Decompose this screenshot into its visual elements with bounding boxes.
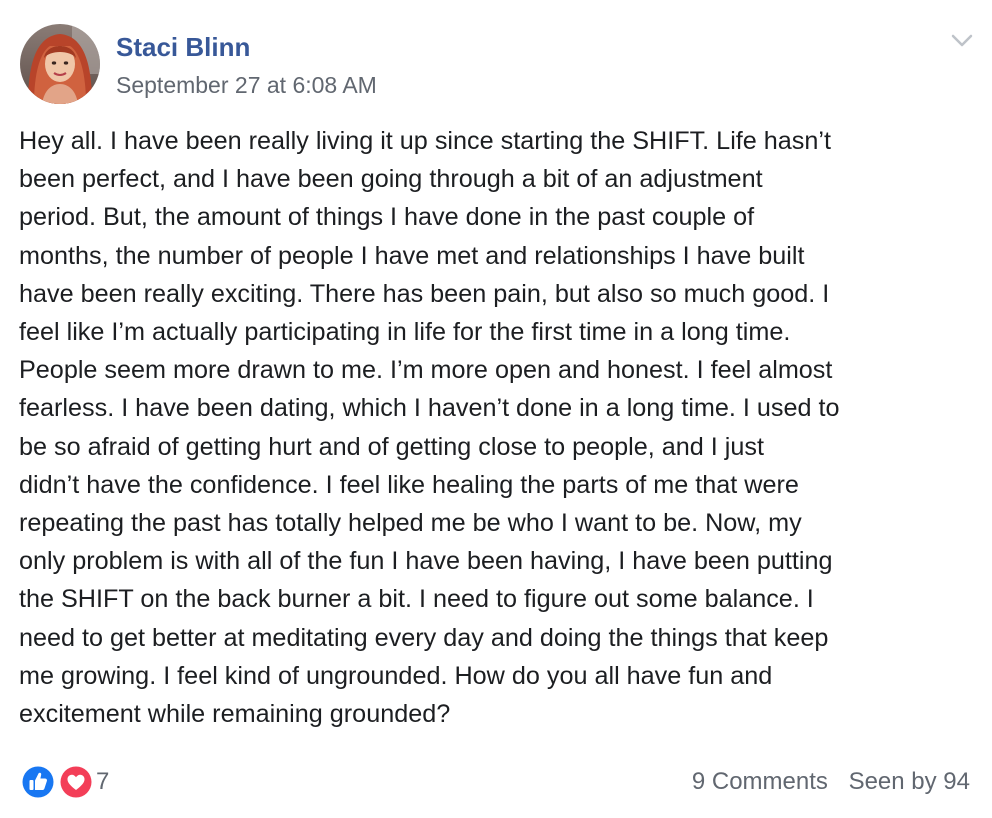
- post-body-line: me growing. I feel kind of ungrounded. H…: [19, 661, 773, 690]
- post-body-line: only problem is with all of the fun I ha…: [19, 547, 833, 576]
- post-body-line: need to get better at meditating every d…: [19, 623, 829, 652]
- like-icon: [20, 764, 56, 800]
- seen-by-link[interactable]: Seen by 94: [849, 768, 970, 795]
- post-stats: 9 Comments Seen by 94: [692, 766, 970, 798]
- post-body-line: fearless. I have been dating, which I ha…: [19, 394, 840, 423]
- post-body-line: the SHIFT on the back burner a bit. I ne…: [19, 585, 814, 614]
- post-timestamp-link[interactable]: September 27 at 6:08 AM: [116, 70, 377, 100]
- post-body-line: People seem more drawn to me. I’m more o…: [19, 356, 833, 385]
- profile-photo-icon: [20, 24, 100, 104]
- reaction-count: 7: [96, 768, 110, 795]
- post-body-line: excitement while remaining grounded?: [19, 700, 451, 729]
- love-icon: [58, 764, 94, 800]
- post-card: Staci Blinn September 27 at 6:08 AM Hey …: [0, 0, 992, 818]
- chevron-down-icon: [951, 34, 973, 47]
- post-body-line: Hey all. I have been really living it up…: [19, 127, 832, 155]
- post-body-line: have been really exciting. There has bee…: [19, 279, 830, 308]
- post-body-line: repeating the past has totally helped me…: [19, 509, 802, 538]
- post-body-text: Hey all. I have been really living it up…: [19, 122, 974, 733]
- author-avatar[interactable]: [20, 24, 100, 104]
- post-body-line: feel like I’m actually participating in …: [19, 318, 791, 347]
- post-body-line: period. But, the amount of things I have…: [19, 203, 755, 232]
- post-body-line: be so afraid of getting hurt and of gett…: [19, 432, 764, 461]
- comments-count-link[interactable]: 9 Comments: [692, 768, 828, 795]
- post-body-line: been perfect, and I have been going thro…: [19, 165, 763, 194]
- post-body-line: months, the number of people I have met …: [19, 241, 805, 270]
- author-name-link[interactable]: Staci Blinn: [116, 30, 250, 64]
- post-options-button[interactable]: [948, 28, 976, 52]
- post-body-line: didn’t have the confidence. I feel like …: [19, 470, 799, 499]
